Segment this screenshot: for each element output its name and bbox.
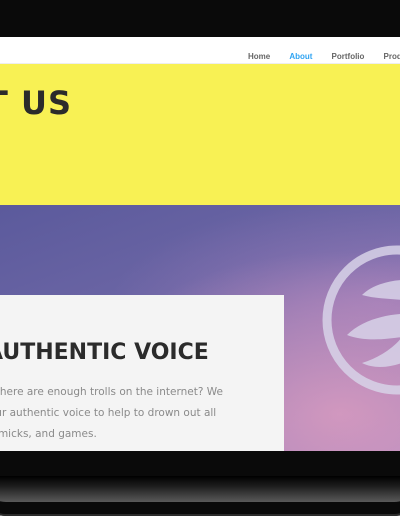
nav-item-about[interactable]: About: [289, 52, 312, 61]
nav-item-product[interactable]: Product: [384, 52, 400, 61]
card-body-text: think there are enough trolls on the int…: [0, 382, 272, 445]
nav-item-portfolio[interactable]: Portfolio: [332, 52, 365, 61]
website-screen: Home About Portfolio Product T US AUTHEN…: [0, 37, 400, 451]
card-body-line: dd your authentic voice to help to drown…: [0, 407, 217, 419]
top-navigation: Home About Portfolio Product: [0, 37, 400, 64]
nav-menu: Home About Portfolio Product: [248, 44, 400, 63]
about-section: AUTHENTIC VOICE think there are enough t…: [0, 205, 400, 451]
voice-card: AUTHENTIC VOICE think there are enough t…: [0, 295, 284, 451]
card-body-line: s, gimmicks, and games.: [0, 428, 97, 440]
card-heading: AUTHENTIC VOICE: [0, 340, 209, 365]
tablet-bezel-bottom: [0, 476, 400, 502]
card-body-line: think there are enough trolls on the int…: [0, 386, 223, 398]
hero-banner: T US: [0, 64, 400, 205]
nav-item-home[interactable]: Home: [248, 52, 270, 61]
page-title: T US: [0, 84, 72, 122]
circle-swoosh-logo-icon: [322, 245, 400, 395]
